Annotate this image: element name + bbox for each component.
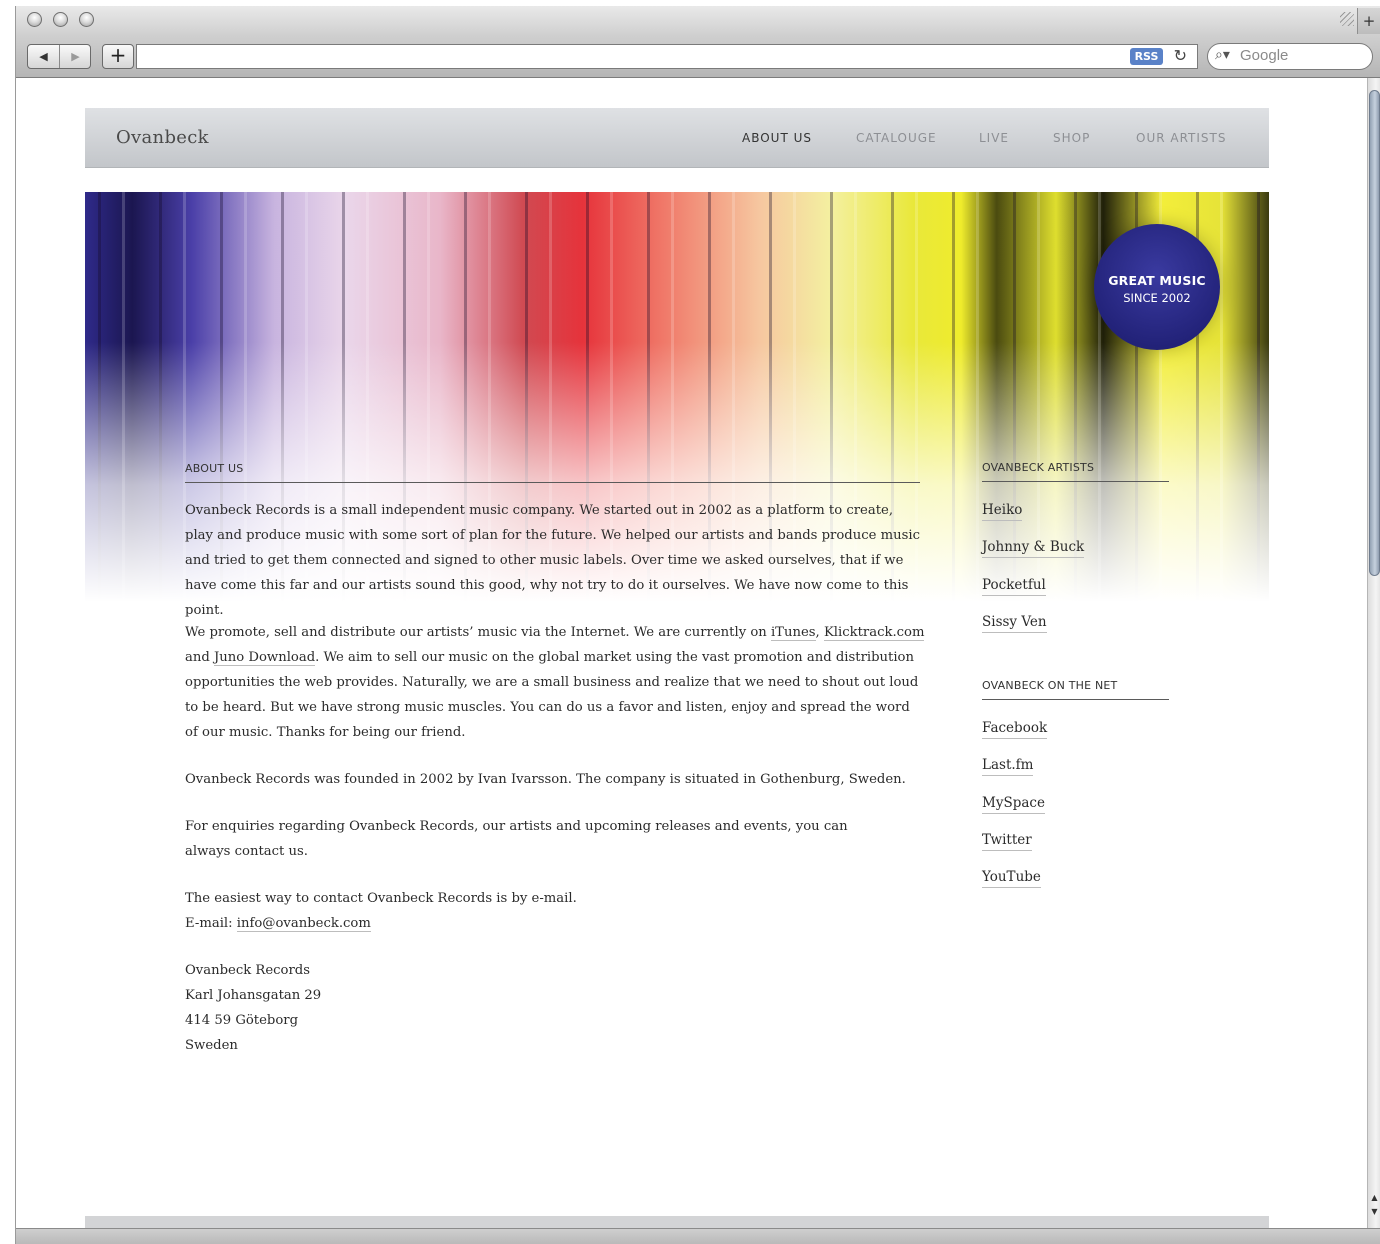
nav-catalouge[interactable]: CATALOUGE: [856, 131, 937, 145]
about-paragraph-2-text-a: We promote, sell and distribute our arti…: [185, 625, 771, 640]
forward-button[interactable]: ▶: [59, 45, 91, 68]
badge-line-2: SINCE 2002: [1123, 291, 1191, 305]
page-viewport: Ovanbeck ABOUT US CATALOUGE LIVE SHOP OU…: [16, 78, 1367, 1244]
sidebar-artist-heiko[interactable]: Heiko: [982, 500, 1023, 521]
itunes-link[interactable]: iTunes: [770, 625, 816, 641]
back-button[interactable]: ◀: [28, 45, 59, 68]
scrollbar-thumb[interactable]: [1369, 90, 1380, 576]
sidebar-link-twitter[interactable]: Twitter: [982, 830, 1032, 851]
address-line: 414 59 Göteborg: [185, 1013, 299, 1028]
net-divider: [982, 699, 1169, 700]
scroll-down-arrow-icon[interactable]: ▼: [1368, 1206, 1380, 1218]
minimize-window-button[interactable]: [53, 12, 68, 27]
site-logo[interactable]: Ovanbeck: [116, 127, 209, 148]
sidebar-link-youtube[interactable]: YouTube: [982, 867, 1041, 888]
about-us-heading: ABOUT US: [185, 462, 244, 475]
sidebar-artist-sissy-ven[interactable]: Sissy Ven: [982, 612, 1047, 633]
artists-divider: [982, 481, 1169, 482]
address-line: Ovanbeck Records: [185, 963, 311, 978]
new-tab-button[interactable]: +: [1357, 8, 1380, 34]
about-paragraph-1: Ovanbeck Records is a small independent …: [185, 503, 920, 618]
great-music-badge: GREAT MUSIC SINCE 2002: [1094, 224, 1220, 350]
browser-toolbar: ◀ ▶ + RSS ↻ ⌕▾: [16, 36, 1380, 78]
site-header: Ovanbeck ABOUT US CATALOUGE LIVE SHOP OU…: [85, 108, 1269, 168]
browser-window: + ◀ ▶ + RSS ↻ ⌕▾ Ovanbeck ABOUT US CATAL…: [15, 6, 1380, 1244]
about-us-divider: [185, 482, 920, 483]
sidebar-link-facebook[interactable]: Facebook: [982, 718, 1048, 739]
contact-block: The easiest way to contact Ovanbeck Reco…: [185, 886, 925, 936]
rss-button[interactable]: RSS: [1130, 48, 1163, 65]
contact-line: The easiest way to contact Ovanbeck Reco…: [185, 891, 577, 906]
email-link[interactable]: info@ovanbeck.com: [236, 916, 371, 932]
nav-about-us[interactable]: ABOUT US: [742, 131, 812, 145]
zoom-window-button[interactable]: [79, 12, 94, 27]
sidebar-link-lastfm[interactable]: Last.fm: [982, 755, 1034, 776]
search-field[interactable]: ⌕▾: [1207, 43, 1373, 70]
juno-download-link[interactable]: Juno Download: [214, 650, 316, 666]
ovanbeck-on-the-net-heading: OVANBECK ON THE NET: [982, 679, 1118, 692]
address-line: Sweden: [185, 1038, 238, 1053]
email-line: E-mail: info@ovanbeck.com: [185, 911, 925, 936]
scroll-up-arrow-icon[interactable]: ▲: [1368, 1192, 1380, 1204]
history-nav-group: ◀ ▶: [27, 44, 91, 69]
email-label: E-mail:: [185, 916, 237, 931]
badge-line-1: GREAT MUSIC: [1108, 273, 1206, 288]
close-window-button[interactable]: [27, 12, 42, 27]
toolbar-toggle-icon[interactable]: [1340, 12, 1354, 26]
sidebar-link-myspace[interactable]: MySpace: [982, 793, 1045, 814]
nav-live[interactable]: LIVE: [979, 131, 1009, 145]
status-bar: [16, 1228, 1380, 1244]
about-paragraph-2-sep: ,: [815, 625, 824, 640]
title-bar: +: [16, 6, 1380, 36]
about-paragraph-3: Ovanbeck Records was founded in 2002 by …: [185, 772, 906, 787]
nav-our-artists[interactable]: OUR ARTISTS: [1136, 131, 1227, 145]
vertical-scrollbar[interactable]: ▲ ▼: [1367, 78, 1380, 1244]
address-line: Karl Johansgatan 29: [185, 988, 322, 1003]
about-paragraph-2: We promote, sell and distribute our arti…: [185, 620, 925, 745]
klicktrack-link[interactable]: Klicktrack.com: [823, 625, 925, 641]
search-input[interactable]: [1240, 47, 1360, 64]
ovanbeck-artists-heading: OVANBECK ARTISTS: [982, 461, 1095, 474]
sidebar-artist-pocketful[interactable]: Pocketful: [982, 575, 1046, 596]
reload-icon[interactable]: ↻: [1174, 46, 1187, 65]
about-paragraph-2-and: and: [185, 650, 214, 665]
about-paragraph-4: For enquiries regarding Ovanbeck Records…: [185, 819, 848, 859]
postal-address: Ovanbeck Records Karl Johansgatan 29 414…: [185, 958, 925, 1058]
search-icon[interactable]: ⌕▾: [1215, 47, 1230, 63]
sidebar-artist-johnny-buck[interactable]: Johnny & Buck: [982, 537, 1085, 558]
nav-shop[interactable]: SHOP: [1053, 131, 1090, 145]
add-bookmark-button[interactable]: +: [102, 44, 134, 69]
address-bar[interactable]: RSS ↻: [136, 44, 1198, 69]
